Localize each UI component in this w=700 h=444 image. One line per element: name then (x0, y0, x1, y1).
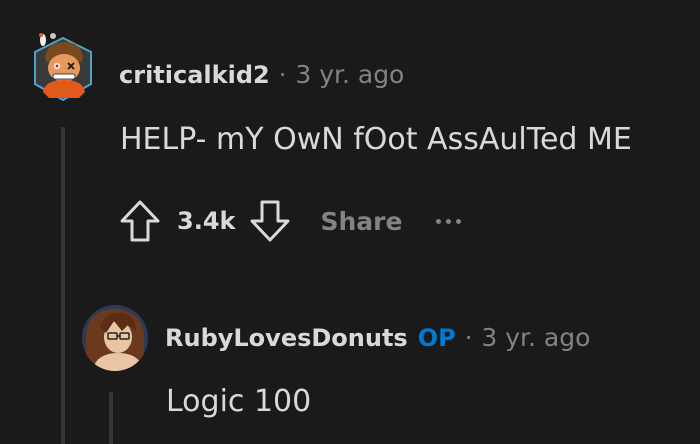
comment-body: HELP- mY OwN fOot AssAulTed ME (120, 122, 632, 157)
comment-actions: 3.4k Share (117, 196, 466, 246)
timestamp[interactable]: 3 yr. ago (295, 60, 404, 89)
more-dot (456, 218, 462, 224)
timestamp[interactable]: 3 yr. ago (481, 323, 590, 352)
vote-count: 3.4k (177, 207, 236, 235)
comment-meta: RubyLovesDonuts OP · 3 yr. ago (165, 323, 590, 352)
arrow-up-icon (120, 200, 160, 242)
anime-avatar-icon (82, 305, 148, 371)
comment-body: Logic 100 (166, 384, 312, 419)
upvote-button[interactable] (117, 197, 163, 245)
cartoon-avatar-icon (34, 33, 92, 102)
username[interactable]: RubyLovesDonuts (165, 324, 408, 352)
separator-dot: · (278, 61, 287, 89)
thread-line[interactable] (61, 127, 65, 444)
downvote-button[interactable] (247, 197, 293, 245)
arrow-down-icon (250, 200, 290, 242)
user-avatar[interactable] (31, 32, 95, 106)
share-button[interactable]: Share (320, 207, 402, 236)
username[interactable]: criticalkid2 (119, 61, 270, 89)
more-dot (446, 218, 452, 224)
separator-dot: · (464, 324, 473, 352)
reply-thread-line[interactable] (109, 392, 113, 444)
more-options-button[interactable] (436, 206, 466, 236)
comment-meta: criticalkid2 · 3 yr. ago (119, 60, 404, 89)
more-dots-icon (436, 218, 442, 224)
op-badge: OP (417, 324, 456, 352)
user-avatar[interactable] (82, 305, 148, 371)
